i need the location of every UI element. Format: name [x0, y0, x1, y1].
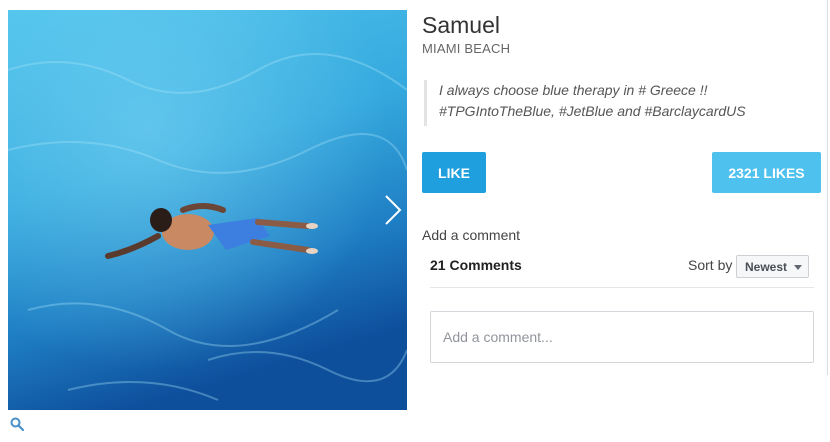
comment-input[interactable] [430, 311, 814, 363]
search-icon[interactable] [10, 417, 24, 431]
user-name[interactable]: Samuel [422, 11, 500, 39]
caret-down-icon [794, 265, 802, 270]
caption-line-1: I always choose blue therapy in # Greece… [439, 82, 708, 98]
like-button[interactable]: LIKE [422, 152, 486, 193]
swimmer-photo-image [8, 10, 407, 410]
user-location: MIAMI BEACH [422, 41, 511, 56]
panel-edge [827, 0, 828, 375]
comments-count: 21 Comments [430, 257, 522, 273]
likes-count-button[interactable]: 2321 LIKES [712, 152, 821, 193]
post-caption: I always choose blue therapy in # Greece… [424, 80, 824, 126]
sort-by-label: Sort by [688, 257, 733, 273]
sort-select[interactable]: Newest [736, 255, 809, 278]
post-photo[interactable] [8, 10, 407, 410]
chevron-right-icon[interactable] [382, 194, 404, 226]
divider [430, 287, 814, 288]
add-comment-label: Add a comment [422, 227, 521, 243]
sort-selected-value: Newest [745, 260, 788, 274]
caption-line-2: #TPGIntoTheBlue, #JetBlue and #Barclayca… [439, 103, 746, 119]
